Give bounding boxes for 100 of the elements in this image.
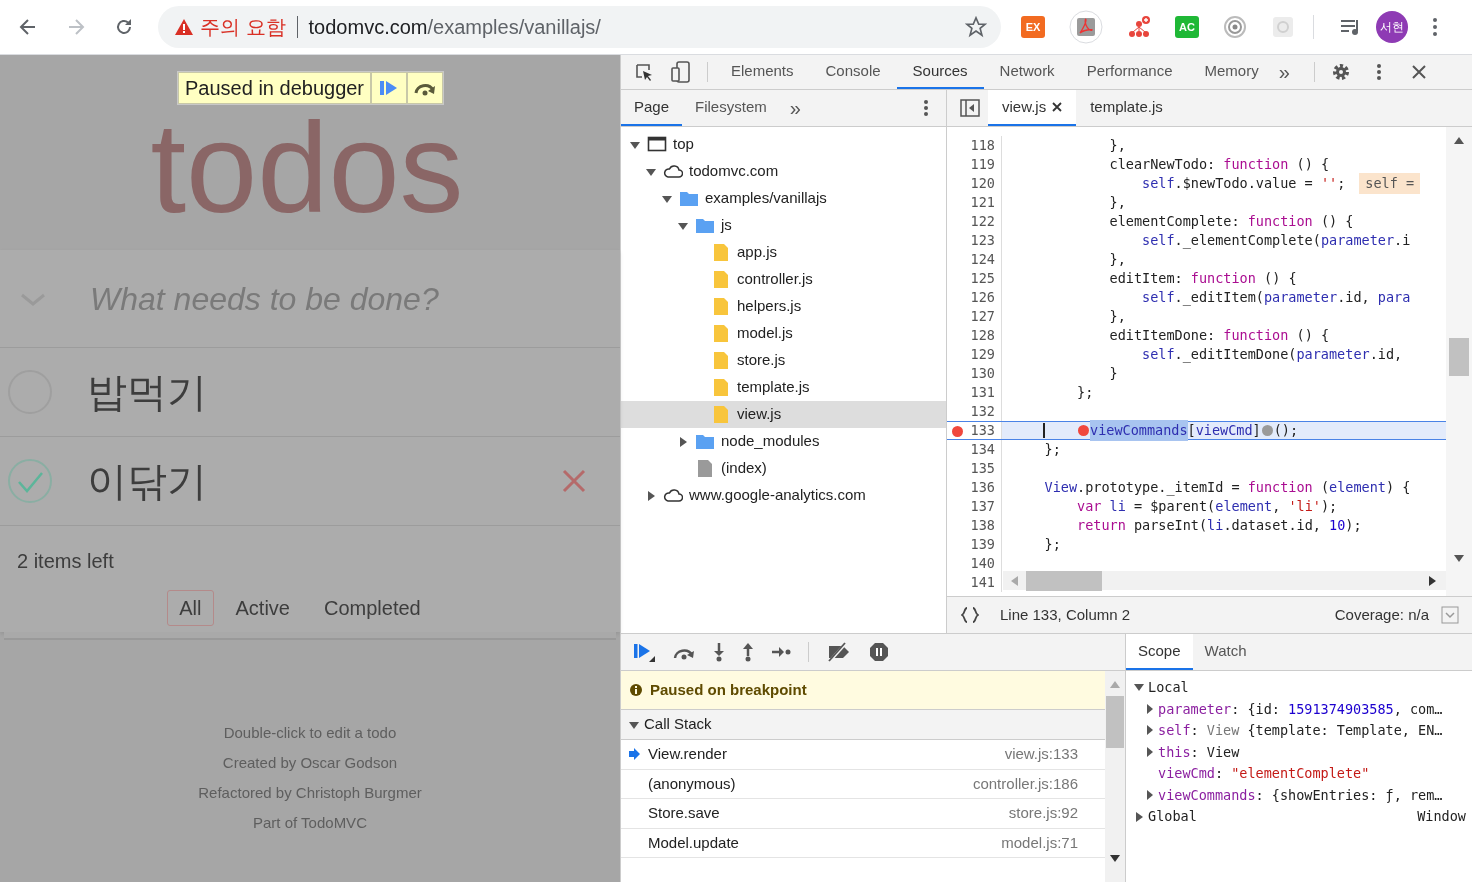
tree-item[interactable]: www.google-analytics.com [621,482,946,509]
target-icon[interactable] [1223,15,1247,39]
address-bar[interactable]: 주의 요함 todomvc.com/examples/vanillajs/ [158,6,1001,48]
scroll-up-icon[interactable] [1454,137,1464,144]
scope-property[interactable]: this: View [1126,741,1472,763]
code-token: }, [1109,193,1126,213]
editor-tab[interactable]: view.js [988,90,1077,126]
more-tabs-button[interactable]: » [1278,57,1290,87]
collapsed-arrow-icon[interactable] [1146,703,1154,714]
tree-item[interactable]: app.js [621,239,946,266]
nodes-icon[interactable] [1127,15,1151,39]
devtools-tab[interactable]: Memory [1188,55,1275,89]
pause-on-exceptions-icon[interactable] [869,642,889,662]
tree-item[interactable]: (index) [621,455,946,482]
tree-item[interactable]: js [621,212,946,239]
scrollbar-thumb[interactable] [1026,570,1102,591]
step-icon[interactable] [771,646,791,658]
scroll-right-icon[interactable] [1429,575,1436,586]
filter-link[interactable]: Active [223,590,302,626]
scroll-down-icon[interactable] [1454,555,1464,562]
more-tabs-button[interactable]: » [789,93,801,123]
devtools-tab[interactable]: Elements [715,55,810,89]
tree-item[interactable]: template.js [621,374,946,401]
vertical-scrollbar[interactable] [1446,127,1472,596]
navigator-tab[interactable]: Filesystem [682,90,780,126]
collapsed-arrow-icon[interactable] [1146,746,1154,757]
tree-item[interactable]: model.js [621,320,946,347]
tree-item[interactable]: store.js [621,347,946,374]
breakpoint-marker-icon[interactable] [1261,425,1273,436]
horizontal-scrollbar[interactable] [1003,571,1446,590]
devtools-tab[interactable]: Console [809,55,897,89]
call-frame[interactable]: Model.update model.js:71 [621,828,1105,858]
call-frame[interactable]: (anonymous) controller.js:186 [621,769,1105,799]
expanded-arrow-icon[interactable] [630,139,640,150]
sidebar-tab[interactable]: Scope [1126,634,1193,670]
filter-link[interactable]: Completed [312,590,433,626]
tree-item[interactable]: todomvc.com [621,158,946,185]
tree-item[interactable]: node_modules [621,428,946,455]
close-icon[interactable] [1052,102,1063,112]
call-frame[interactable]: Store.save store.js:92 [621,799,1105,829]
device-toolbar-icon[interactable] [671,61,691,83]
breakpoint-icon[interactable] [952,426,963,437]
tree-item[interactable]: top [621,131,946,158]
more-options-icon[interactable] [923,99,929,117]
coverage-icon[interactable] [1441,606,1459,624]
scrollbar-thumb[interactable] [1449,338,1469,376]
tree-item[interactable]: helpers.js [621,293,946,320]
step-into-icon[interactable] [713,642,725,662]
checked-checkbox[interactable] [7,458,53,504]
resume-icon[interactable] [633,642,655,662]
navigator-tab[interactable]: Page [621,90,683,126]
devtools-tab[interactable]: Network [983,55,1071,89]
star-icon[interactable] [965,16,987,38]
filter-link[interactable]: All [167,590,214,626]
expanded-arrow-icon[interactable] [1134,682,1144,692]
line-number[interactable]: 133 [947,422,1002,439]
devtools-tab[interactable]: Performance [1070,55,1189,89]
close-icon[interactable] [1411,65,1426,79]
settings-icon[interactable] [1330,62,1351,82]
code-token: editItemDone: [1109,326,1217,346]
breakpoint-marker-icon[interactable] [1078,425,1089,436]
scope-property[interactable]: viewCommands: {showEntries: ƒ, rem… [1126,784,1472,806]
call-frame[interactable]: View.render view.js:133 [621,740,1105,770]
sidebar-toggle-icon[interactable] [960,99,980,117]
scope-property[interactable]: self: View {template: Template, EN… [1126,719,1472,741]
step-out-icon[interactable] [742,642,754,662]
expanded-arrow-icon[interactable] [629,719,639,730]
pdf-icon[interactable] [1069,10,1103,44]
scroll-down-icon[interactable] [1110,855,1120,862]
more-options-icon[interactable] [1375,63,1382,81]
collapsed-arrow-icon[interactable] [646,490,656,501]
menu-icon[interactable] [1432,17,1438,37]
scope-property[interactable]: viewCmd: "elementComplete" [1126,762,1472,784]
code-token: ._editItemDone( [1174,345,1297,365]
inspect-icon[interactable] [634,62,654,82]
expanded-arrow-icon[interactable] [662,193,672,204]
tree-item[interactable]: examples/vanillajs [621,185,946,212]
collapsed-arrow-icon[interactable] [1146,789,1154,800]
scrollbar-thumb[interactable] [1106,696,1124,748]
collapsed-arrow-icon[interactable] [678,436,688,447]
tree-item[interactable]: view.js [621,401,946,428]
editor-tab[interactable]: template.js [1076,90,1177,126]
step-over-button[interactable] [408,73,443,103]
scope-property[interactable]: parameter: {id: 1591374903585, com… [1126,698,1472,720]
sidebar-tab[interactable]: Watch [1192,634,1259,670]
collapsed-arrow-icon[interactable] [1134,811,1144,822]
expanded-arrow-icon[interactable] [646,166,656,177]
profile-avatar[interactable]: 서현 [1376,11,1408,43]
scope-section[interactable]: Local [1126,676,1472,698]
deactivate-breakpoints-icon[interactable] [826,642,852,662]
pretty-print-icon[interactable] [959,606,981,624]
code-token: ._editItem( [1174,288,1264,308]
resume-button[interactable] [372,73,407,103]
collapsed-arrow-icon[interactable] [1146,725,1154,736]
code-token: = $parent( [1133,497,1216,517]
expanded-arrow-icon[interactable] [678,220,688,231]
call-stack-header[interactable]: Call Stack [621,710,1105,740]
tree-item[interactable]: controller.js [621,266,946,293]
vertical-scrollbar[interactable] [1105,671,1125,882]
scope-section[interactable]: Global Window [1126,805,1472,828]
